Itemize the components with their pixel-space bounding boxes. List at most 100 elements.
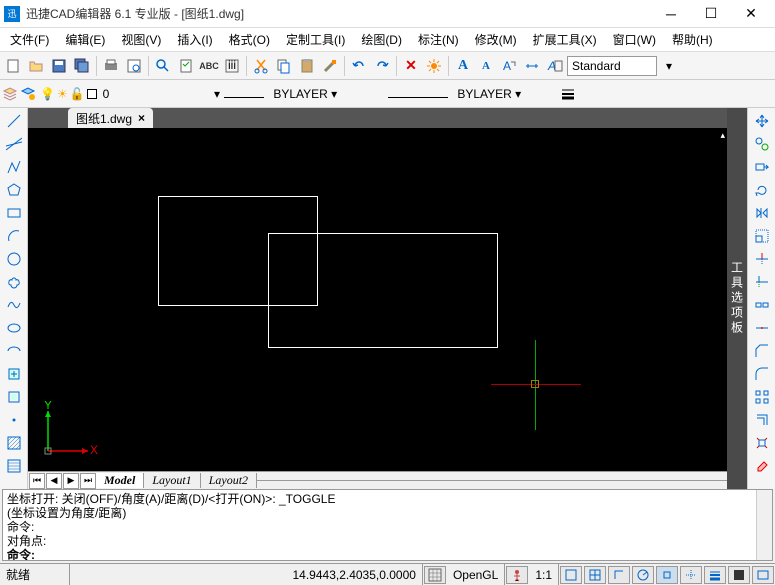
lwt-toggle[interactable] — [704, 566, 726, 584]
xline-tool[interactable] — [3, 133, 25, 155]
cut-button[interactable] — [250, 55, 272, 77]
point-tool[interactable] — [3, 409, 25, 431]
menu-annotate[interactable]: 标注(N) — [412, 29, 465, 50]
ortho-toggle[interactable] — [608, 566, 630, 584]
menu-custom-tool[interactable]: 定制工具(I) — [280, 29, 351, 50]
tab-nav-prev[interactable]: ◀ — [46, 473, 62, 489]
layer-combo[interactable]: 💡 ☀ 🔓 0 ▾ — [40, 87, 220, 101]
make-block-tool[interactable] — [3, 386, 25, 408]
model-tab[interactable]: Model — [96, 473, 144, 488]
break-tool[interactable] — [751, 294, 773, 316]
copy-button[interactable] — [273, 55, 295, 77]
text-style-combo[interactable]: Standard — [567, 56, 657, 76]
menu-insert[interactable]: 插入(I) — [171, 29, 218, 50]
snap-toggle[interactable] — [560, 566, 582, 584]
spline-tool[interactable] — [3, 294, 25, 316]
menu-modify[interactable]: 修改(M) — [469, 29, 523, 50]
status-renderer[interactable]: OpenGL — [447, 564, 505, 585]
dropdown-icon[interactable]: ▾ — [658, 55, 680, 77]
tab-nav-last[interactable]: ⏭ — [80, 473, 96, 489]
text-style-button[interactable]: A — [498, 55, 520, 77]
polyline-tool[interactable] — [3, 156, 25, 178]
circle-tool[interactable] — [3, 248, 25, 270]
lineweight-combo[interactable]: BYLAYER ▾ — [388, 87, 558, 101]
erase-button[interactable]: ✕ — [400, 55, 422, 77]
polar-toggle[interactable] — [632, 566, 654, 584]
match-props-button[interactable] — [319, 55, 341, 77]
otrack-toggle[interactable] — [680, 566, 702, 584]
ellipse-tool[interactable] — [3, 317, 25, 339]
redo-button[interactable] — [371, 55, 393, 77]
text-aa-button[interactable]: A — [475, 55, 497, 77]
new-file-button[interactable] — [2, 55, 24, 77]
layout2-tab[interactable]: Layout2 — [201, 473, 257, 488]
move-tool[interactable] — [751, 110, 773, 132]
rectangle-tool[interactable] — [3, 202, 25, 224]
osnap-toggle[interactable] — [656, 566, 678, 584]
find-button[interactable] — [152, 55, 174, 77]
tablet-toggle[interactable] — [752, 566, 774, 584]
fillet-tool[interactable] — [751, 363, 773, 385]
command-window[interactable]: 坐标打开: 关闭(OFF)/角度(A)/距离(D)/<打开(ON)>: _TOG… — [2, 489, 773, 561]
menu-file[interactable]: 文件(F) — [4, 29, 55, 50]
trim-tool[interactable] — [751, 248, 773, 270]
menu-format[interactable]: 格式(O) — [223, 29, 276, 50]
hatch-tool[interactable] — [3, 432, 25, 454]
close-button[interactable]: ✕ — [731, 0, 771, 28]
menu-view[interactable]: 视图(V) — [115, 29, 167, 50]
join-tool[interactable] — [751, 317, 773, 339]
print-preview-button[interactable] — [123, 55, 145, 77]
document-tab[interactable]: 图纸1.dwg × — [68, 108, 153, 129]
status-ratio[interactable]: 1:1 — [529, 564, 559, 585]
undo-button[interactable] — [348, 55, 370, 77]
status-human-button[interactable] — [506, 566, 528, 584]
open-file-button[interactable] — [25, 55, 47, 77]
linetype-combo[interactable]: BYLAYER ▾ — [224, 87, 384, 101]
maximize-button[interactable]: ☐ — [691, 0, 731, 28]
stretch-tool[interactable] — [751, 156, 773, 178]
offset-tool[interactable] — [751, 409, 773, 431]
explode-tool[interactable] — [751, 432, 773, 454]
revcloud-tool[interactable] — [3, 271, 25, 293]
insert-block-tool[interactable] — [3, 363, 25, 385]
drawing-canvas[interactable]: Y X ▴ — [28, 128, 727, 471]
menu-edit[interactable]: 编辑(E) — [59, 29, 111, 50]
tab-nav-first[interactable]: ⏮ — [29, 473, 45, 489]
check-button[interactable]: iii — [221, 55, 243, 77]
extend-tool[interactable] — [751, 271, 773, 293]
save-button[interactable] — [48, 55, 70, 77]
layer-states-button[interactable] — [20, 86, 36, 102]
tab-nav-next[interactable]: ▶ — [63, 473, 79, 489]
layout1-tab[interactable]: Layout1 — [144, 473, 200, 488]
chamfer-tool[interactable] — [751, 340, 773, 362]
dim-style-button[interactable] — [521, 55, 543, 77]
spell-check-button[interactable]: ABC — [198, 55, 220, 77]
copy-tool[interactable] — [751, 133, 773, 155]
line-tool[interactable] — [3, 110, 25, 132]
save-all-button[interactable] — [71, 55, 93, 77]
grid-toggle[interactable] — [584, 566, 606, 584]
array-tool[interactable] — [751, 386, 773, 408]
tab-close-button[interactable]: × — [138, 111, 145, 125]
snap-grid-button[interactable] — [424, 566, 446, 584]
model-toggle[interactable] — [728, 566, 750, 584]
menu-extend-tool[interactable]: 扩展工具(X) — [527, 29, 603, 50]
arc-tool[interactable] — [3, 225, 25, 247]
mirror-tool[interactable] — [751, 202, 773, 224]
explode-button[interactable] — [423, 55, 445, 77]
menu-help[interactable]: 帮助(H) — [666, 29, 719, 50]
tool-palette-panel[interactable]: 工具选项板 — [727, 108, 747, 489]
print-button[interactable] — [100, 55, 122, 77]
rotate-tool[interactable] — [751, 179, 773, 201]
layer-manager-button[interactable] — [2, 86, 18, 102]
menu-draw[interactable]: 绘图(D) — [355, 29, 408, 50]
lineweight-toggle-button[interactable] — [560, 86, 576, 102]
paste-button[interactable] — [296, 55, 318, 77]
polygon-tool[interactable] — [3, 179, 25, 201]
audit-button[interactable] — [175, 55, 197, 77]
command-scrollbar[interactable] — [756, 490, 772, 560]
minimize-button[interactable]: ─ — [651, 0, 691, 28]
menu-window[interactable]: 窗口(W) — [607, 29, 662, 50]
command-text[interactable]: 坐标打开: 关闭(OFF)/角度(A)/距离(D)/<打开(ON)>: _TOG… — [3, 490, 756, 560]
text-a-button[interactable]: A — [452, 55, 474, 77]
